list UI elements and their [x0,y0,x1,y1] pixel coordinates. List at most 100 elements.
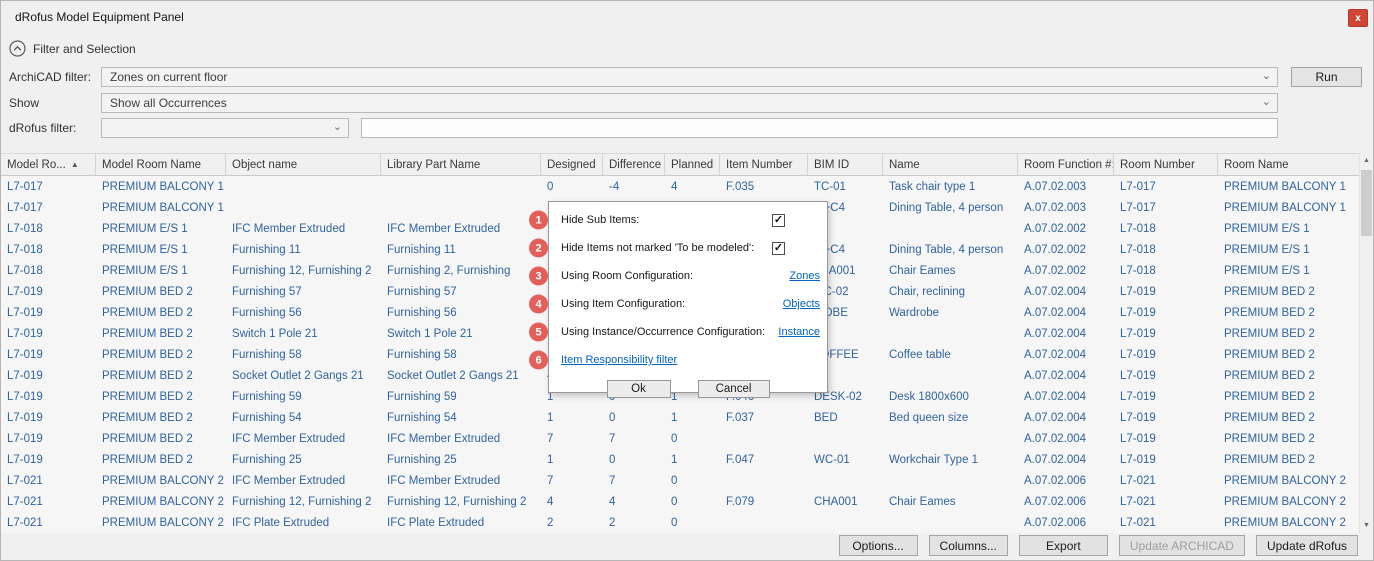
update-drofus-button[interactable]: Update dRofus [1256,535,1358,556]
ok-button[interactable]: Ok [607,380,671,398]
scroll-up-button[interactable]: ▲ [1360,153,1373,168]
table-cell: PREMIUM BED 2 [96,307,226,319]
drofus-filter-input[interactable] [361,118,1278,138]
column-header-model-ro[interactable]: Model Ro...▲ [1,154,96,175]
chevron-down-icon: ⌄ [1262,95,1271,108]
table-cell: 0 [665,433,720,445]
hide-sub-items-checkbox[interactable]: ✓ [772,214,785,227]
column-header-name[interactable]: Name [883,154,1018,175]
collapse-chevron-icon[interactable] [9,40,26,57]
table-cell: 2 [541,517,603,529]
table-row[interactable]: L7-021PREMIUM BALCONY 2IFC Member Extrud… [1,470,1361,491]
column-header-label: Room Number [1120,159,1195,171]
table-cell: PREMIUM BED 2 [96,454,226,466]
table-cell: PREMIUM BALCONY 1 [96,202,226,214]
table-cell: L7-019 [1,349,96,361]
drofus-filter-select[interactable]: ⌄ [101,118,349,138]
table-cell: PREMIUM BED 2 [1218,391,1361,403]
table-cell: 0 [665,475,720,487]
table-cell: A.07.02.004 [1018,349,1114,361]
vertical-scrollbar[interactable]: ▲ ▼ [1359,153,1373,533]
table-cell: Furnishing 59 [226,391,381,403]
table-cell: IFC Member Extruded [226,223,381,235]
close-icon: x [1355,13,1361,24]
column-header-difference[interactable]: Difference [603,154,665,175]
column-header-label: Planned [671,159,713,171]
show-select-value: Show all Occurrences [110,96,227,110]
table-cell: L7-021 [1,475,96,487]
archicad-filter-label: ArchiCAD filter: [9,67,91,87]
table-cell: CHA001 [808,496,883,508]
window-title: dRofus Model Equipment Panel [15,10,184,24]
column-header-bim-id[interactable]: BIM ID [808,154,883,175]
table-cell: Furnishing 11 [381,244,541,256]
table-cell: L7-019 [1,391,96,403]
column-header-room-function[interactable]: Room Function #: [1018,154,1114,175]
table-cell: L7-021 [1114,475,1218,487]
table-cell: PREMIUM E/S 1 [96,244,226,256]
column-header-library-part-name[interactable]: Library Part Name [381,154,541,175]
table-cell: BED [808,412,883,424]
item-responsibility-filter-link[interactable]: Item Responsibility filter [561,354,677,366]
filter-section-header[interactable]: Filter and Selection [9,40,136,57]
table-row[interactable]: L7-021PREMIUM BALCONY 2IFC Plate Extrude… [1,512,1361,533]
table-cell: A.07.02.003 [1018,202,1114,214]
table-cell: L7-019 [1114,412,1218,424]
close-button[interactable]: x [1348,9,1368,27]
table-cell: Coffee table [883,349,1018,361]
table-cell: PREMIUM BED 2 [1218,349,1361,361]
column-header-label: Designed [547,159,596,171]
table-row[interactable]: L7-019PREMIUM BED 2IFC Member ExtrudedIF… [1,428,1361,449]
column-header-planned[interactable]: Planned [665,154,720,175]
column-header-item-number[interactable]: Item Number [720,154,808,175]
table-cell: IFC Member Extruded [381,475,541,487]
table-cell: A.07.02.006 [1018,517,1114,529]
cancel-button-label: Cancel [716,383,752,395]
column-header-designed[interactable]: Designed [541,154,603,175]
table-cell: A.07.02.003 [1018,181,1114,193]
run-button[interactable]: Run [1291,67,1362,87]
table-cell: L7-019 [1114,391,1218,403]
table-row[interactable]: L7-021PREMIUM BALCONY 2Furnishing 12, Fu… [1,491,1361,512]
table-cell: Furnishing 57 [381,286,541,298]
table-cell: F.037 [720,412,808,424]
scrollbar-thumb[interactable] [1361,170,1372,236]
table-row[interactable]: L7-019PREMIUM BED 2Furnishing 25Furnishi… [1,449,1361,470]
column-header-room-name[interactable]: Room Name [1218,154,1361,175]
table-cell: L7-021 [1,517,96,529]
table-cell: PREMIUM BED 2 [1218,286,1361,298]
options-button[interactable]: Options... [839,535,918,556]
table-cell: 7 [541,433,603,445]
scroll-up-icon: ▲ [1363,157,1370,164]
column-header-model-room-name[interactable]: Model Room Name [96,154,226,175]
column-header-object-name[interactable]: Object name [226,154,381,175]
hide-unmarked-items-checkbox[interactable]: ✓ [772,242,785,255]
column-header-label: Room Name [1224,159,1289,171]
table-cell: L7-019 [1,286,96,298]
table-cell: Workchair Type 1 [883,454,1018,466]
columns-button[interactable]: Columns... [929,535,1008,556]
table-cell: A.07.02.006 [1018,496,1114,508]
archicad-filter-select[interactable]: Zones on current floor ⌄ [101,67,1278,87]
objects-link[interactable]: Objects [783,298,820,310]
table-cell: 1 [665,412,720,424]
table-cell: PREMIUM BED 2 [1218,454,1361,466]
column-header-room-number[interactable]: Room Number [1114,154,1218,175]
table-cell: Furnishing 59 [381,391,541,403]
table-cell: Chair Eames [883,265,1018,277]
export-button[interactable]: Export [1019,535,1108,556]
dialog-row-hide-unmarked-items: 2 Hide Items not marked 'To be modeled':… [549,234,827,262]
zones-link[interactable]: Zones [789,270,820,282]
title-bar: dRofus Model Equipment Panel x [1,1,1373,31]
cancel-button[interactable]: Cancel [698,380,770,398]
table-cell: 0 [541,181,603,193]
table-row[interactable]: L7-017PREMIUM BALCONY 10-44F.035TC-01Tas… [1,176,1361,197]
show-select[interactable]: Show all Occurrences ⌄ [101,93,1278,113]
table-cell: 7 [541,475,603,487]
column-header-label: Item Number [726,159,792,171]
table-cell: IFC Plate Extruded [381,517,541,529]
instance-link[interactable]: Instance [778,326,820,338]
column-header-label: Object name [232,159,297,171]
table-row[interactable]: L7-019PREMIUM BED 2Furnishing 54Furnishi… [1,407,1361,428]
archicad-filter-value: Zones on current floor [110,70,227,84]
